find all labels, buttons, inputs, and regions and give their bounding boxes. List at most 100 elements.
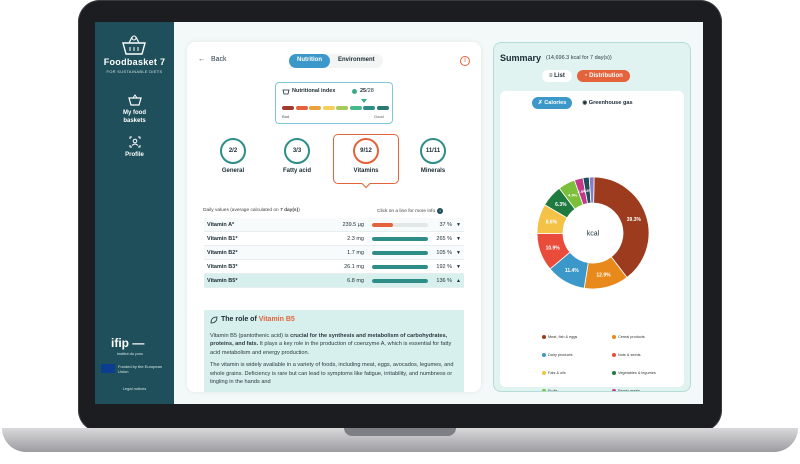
view-toggle: Nutrition Environment xyxy=(289,54,383,68)
slice-label: 4.9% xyxy=(568,193,578,198)
vitamin-quantity: 26.1 mg xyxy=(344,264,364,270)
chevron-icon: ▼ xyxy=(456,236,461,242)
category-score: 2/2 xyxy=(220,138,246,164)
scale-segment xyxy=(363,106,375,110)
category-label: Minerals xyxy=(420,168,446,174)
progress-fill xyxy=(372,279,428,283)
basket-icon xyxy=(282,89,290,95)
role-text: The vitamin is widely available in a var… xyxy=(210,362,454,386)
tab-greenhouse-gas[interactable]: ◉ Greenhouse gas xyxy=(576,97,638,109)
role-title-vitamin: Vitamin B5 xyxy=(258,316,295,323)
nutritional-index-score: 25/28 xyxy=(360,88,374,94)
category-general[interactable]: 2/2 General xyxy=(209,138,257,174)
scale-segment xyxy=(309,106,321,110)
eu-funding-text: Funded by the European Union xyxy=(118,364,163,374)
legend-label: Dairy products xyxy=(548,353,573,357)
leaf-icon xyxy=(210,316,218,324)
slice-label: 8.6% xyxy=(546,220,558,226)
progress-bar xyxy=(372,223,428,227)
slice-label: 39.3% xyxy=(627,217,642,223)
role-title: The role of Vitamin B5 xyxy=(221,316,295,323)
click-hint: Click on a line for more info i xyxy=(377,208,444,214)
category-score: 11/11 xyxy=(420,138,446,164)
chevron-icon: ▼ xyxy=(456,264,461,270)
category-vitamins[interactable]: 9/12 Vitamins xyxy=(333,134,399,189)
basket-icon xyxy=(127,94,142,106)
tab-environment[interactable]: Environment xyxy=(330,54,383,68)
sidebar-item-my-food-baskets[interactable]: My food baskets xyxy=(95,94,174,125)
category-label: Fatty acid xyxy=(282,168,311,174)
donut-center-label: kcal xyxy=(587,231,600,238)
profile-icon xyxy=(129,136,140,148)
back-button[interactable]: ← Back xyxy=(198,56,227,63)
slice-label: 10.9% xyxy=(546,246,561,252)
legend-item: Fats & oils xyxy=(542,370,612,376)
scale-segment xyxy=(349,106,362,110)
tab-list[interactable]: ≡ List xyxy=(542,70,572,82)
scale-segment xyxy=(282,106,294,110)
vitamin-row[interactable]: Vitamin B5* 6.8 mg 136 % ▲ xyxy=(204,274,464,288)
summary-tabs: ≡ List ◔ Distribution xyxy=(542,70,630,82)
caption-days: 7 day(s) xyxy=(280,208,299,213)
legend-swatch xyxy=(542,353,546,357)
scale-bad-label: Bad xyxy=(282,114,290,119)
legend-item: Cereal products xyxy=(612,334,682,340)
summary-title: Summary xyxy=(500,53,542,63)
sidebar: Foodbasket 7 FOR SUSTAINABLE DIETS My fo… xyxy=(95,22,174,404)
tab-label: Distribution xyxy=(589,73,623,79)
vitamin-name: Vitamin B1* xyxy=(207,236,238,242)
legend-swatch xyxy=(612,335,616,339)
vitamin-percent: 37 % xyxy=(439,222,452,228)
legend-item: Dairy products xyxy=(542,352,612,358)
nutritional-index-card: Nutritional index 25/28 Bad Good xyxy=(275,82,393,124)
app-screen: Foodbasket 7 FOR SUSTAINABLE DIETS My fo… xyxy=(95,22,703,404)
vitamin-row[interactable]: Vitamin B3* 26.1 mg 192 % ▼ xyxy=(204,260,464,274)
sidebar-item-label: My food baskets xyxy=(123,110,146,124)
vitamin-row[interactable]: Vitamin B1* 2.3 mg 265 % ▼ xyxy=(204,232,464,246)
progress-fill xyxy=(372,251,428,255)
vitamin-percent: 136 % xyxy=(436,278,452,284)
score-dot xyxy=(352,89,357,94)
role-text: Vitamin B5 (pantothenic acid) is xyxy=(210,333,291,339)
vitamin-quantity: 6.8 mg xyxy=(347,278,364,284)
scale-good-label: Good xyxy=(374,114,384,119)
partner-subtitle: institut du porc xyxy=(117,351,144,356)
legend-item: Meat, fish & eggs xyxy=(542,334,612,340)
info-icon[interactable]: i xyxy=(460,56,470,66)
chart-legend: Meat, fish & eggs Cereal products Dairy pr… xyxy=(542,325,682,391)
chevron-icon: ▲ xyxy=(456,278,461,284)
metric-tabs: ✗ Calories ◉ Greenhouse gas xyxy=(532,97,639,109)
progress-fill xyxy=(372,223,393,227)
summary-panel: Summary (14,696.3 kcal for 7 day(s)) ≡ L… xyxy=(493,42,691,392)
score-max: /28 xyxy=(366,88,374,94)
vitamin-row[interactable]: Vitamin A* 239.5 µg 37 % ▼ xyxy=(204,218,464,232)
legend-item: Nuts & seeds xyxy=(612,352,682,358)
laptop-notch xyxy=(344,428,456,436)
tab-calories[interactable]: ✗ Calories xyxy=(532,97,573,109)
legal-notices-link[interactable]: Legal notices xyxy=(95,386,174,391)
category-label: General xyxy=(221,168,245,174)
progress-bar xyxy=(372,251,428,255)
scale-segment xyxy=(322,106,335,110)
legend-swatch xyxy=(542,389,546,391)
legend-label: Cereal products xyxy=(618,335,645,339)
category-label: Vitamins xyxy=(353,168,379,174)
tab-distribution[interactable]: ◔ Distribution xyxy=(576,70,630,82)
legend-item: Fruits xyxy=(542,388,612,391)
legend-swatch xyxy=(542,335,546,339)
vitamin-row[interactable]: Vitamin B2* 1.7 mg 105 % ▼ xyxy=(204,246,464,260)
sidebar-item-label: Profile xyxy=(125,152,144,158)
progress-bar xyxy=(372,237,428,241)
vitamin-role-panel: The role of Vitamin B5 Vitamin B5 (panto… xyxy=(204,310,464,392)
sidebar-item-profile[interactable]: Profile xyxy=(95,136,174,159)
category-minerals[interactable]: 11/11 Minerals xyxy=(409,138,457,174)
tab-nutrition[interactable]: Nutrition xyxy=(289,54,330,68)
slice-label: 11.4% xyxy=(565,268,579,274)
chevron-icon: ▼ xyxy=(456,222,461,228)
role-title-prefix: The role of xyxy=(221,316,259,323)
slice-label: 12.9% xyxy=(596,272,611,278)
info-icon: i xyxy=(437,208,444,214)
category-fatty-acid[interactable]: 3/3 Fatty acid xyxy=(273,138,321,174)
category-score: 9/12 xyxy=(353,138,379,164)
back-label: Back xyxy=(210,56,227,63)
